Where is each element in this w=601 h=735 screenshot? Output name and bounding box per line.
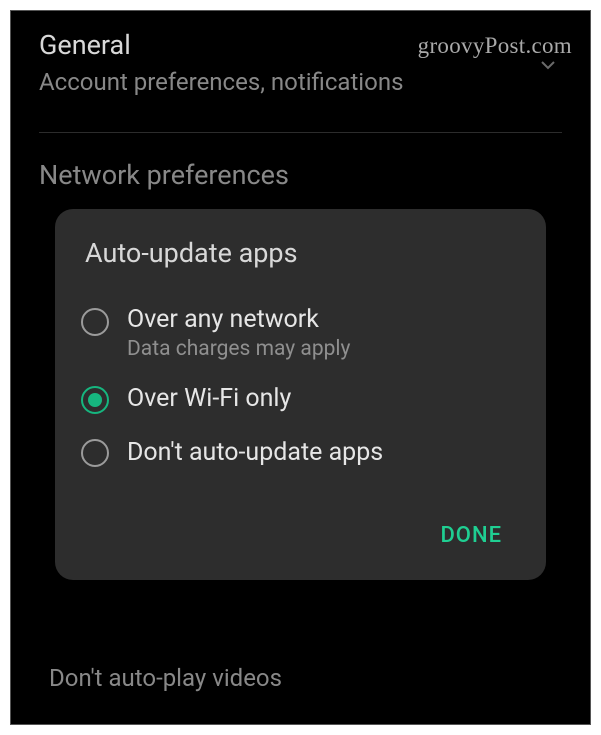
auto-update-dialog: Auto-update apps Over any network Data c… — [55, 209, 546, 580]
settings-screen: groovyPost.com General Account preferenc… — [10, 10, 591, 725]
dialog-actions: DONE — [81, 515, 520, 562]
option-over-wifi-only[interactable]: Over Wi-Fi only — [81, 372, 520, 425]
option-label: Over any network — [127, 304, 350, 335]
chevron-down-icon — [536, 53, 560, 77]
general-section[interactable]: General Account preferences, notificatio… — [39, 29, 562, 98]
radio-icon — [81, 439, 109, 467]
option-dont-auto-update[interactable]: Don't auto-update apps — [81, 426, 520, 479]
option-label: Don't auto-update apps — [127, 437, 383, 468]
radio-icon — [81, 308, 109, 336]
autoplay-hint: Don't auto-play videos — [49, 664, 282, 692]
option-label: Over Wi-Fi only — [127, 383, 291, 414]
option-sublabel: Data charges may apply — [127, 337, 350, 361]
general-title: General — [39, 29, 562, 61]
option-over-any-network[interactable]: Over any network Data charges may apply — [81, 293, 520, 372]
general-subtitle: Account preferences, notifications — [39, 67, 562, 98]
done-button[interactable]: DONE — [430, 515, 512, 556]
network-title: Network preferences — [39, 159, 562, 191]
dialog-title: Auto-update apps — [85, 237, 520, 269]
radio-icon-selected — [81, 386, 109, 414]
divider — [39, 132, 562, 133]
network-section[interactable]: Network preferences — [39, 159, 562, 191]
